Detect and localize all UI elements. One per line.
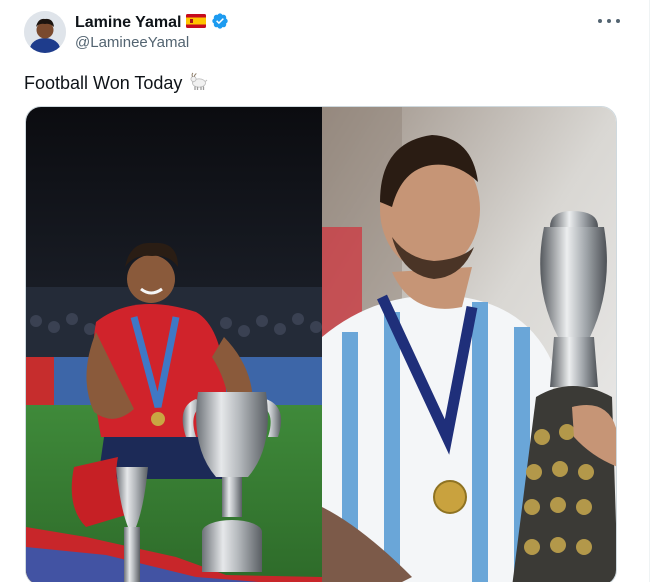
author-display-name[interactable]: Lamine Yamal xyxy=(75,14,181,32)
dot-icon xyxy=(616,19,620,23)
more-options-button[interactable] xyxy=(598,14,620,28)
tweet-card: Lamine Yamal @LamineeYamal Football Won … xyxy=(0,0,650,582)
tweet-text: Football Won Today xyxy=(24,70,210,97)
verified-badge-icon xyxy=(211,12,229,35)
left-photo[interactable] xyxy=(26,107,322,582)
tweet-media[interactable] xyxy=(25,106,617,582)
tweet-text-content: Football Won Today xyxy=(24,73,183,93)
author-handle[interactable]: @LamineeYamal xyxy=(75,34,189,51)
avatar[interactable] xyxy=(24,11,66,53)
dot-icon xyxy=(607,19,611,23)
author-name-row: Lamine Yamal xyxy=(75,12,229,34)
spain-flag-icon xyxy=(186,13,207,33)
dot-icon xyxy=(598,19,602,23)
right-photo[interactable] xyxy=(322,107,616,582)
goat-icon xyxy=(188,70,210,97)
